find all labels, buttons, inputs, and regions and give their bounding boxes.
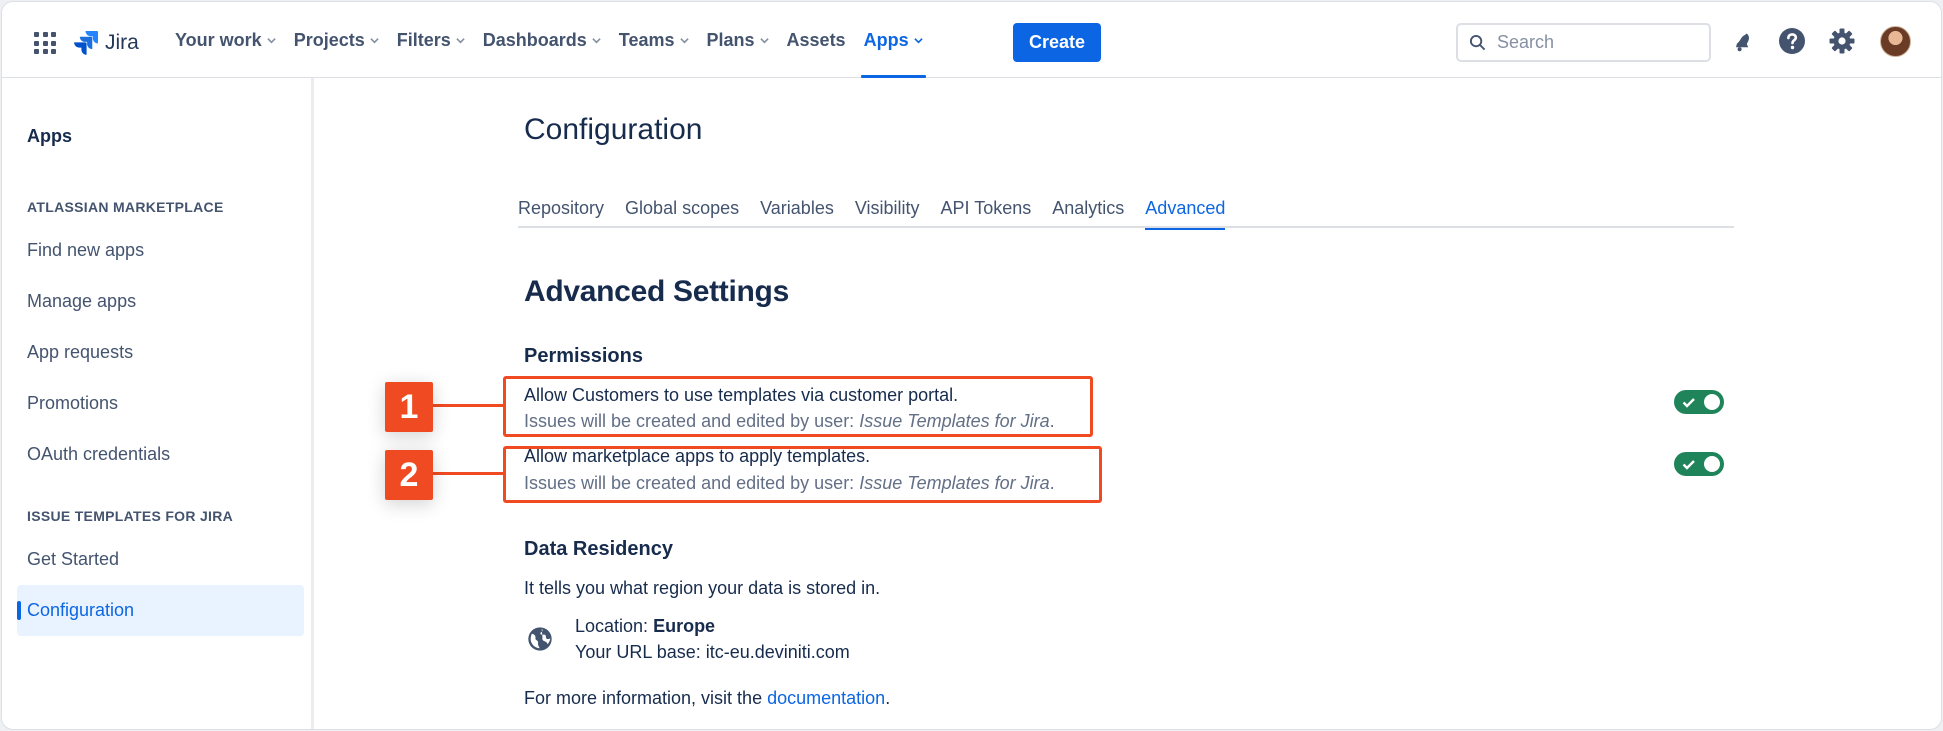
sidebar-item-configuration[interactable]: Configuration — [17, 585, 304, 636]
chevron-down-icon — [456, 37, 465, 43]
nav-label: Plans — [706, 29, 755, 50]
chevron-down-icon — [759, 37, 769, 43]
search-icon — [1469, 34, 1486, 51]
notifications-icon[interactable] — [1727, 26, 1757, 56]
marketplace-apps-toggle[interactable] — [1674, 452, 1724, 476]
nav-dashboards[interactable]: Dashboards — [474, 2, 610, 78]
customer-portal-toggle[interactable] — [1674, 390, 1724, 414]
create-button[interactable]: Create — [1013, 23, 1101, 62]
sidebar-item-app-requests[interactable]: App requests — [17, 327, 304, 378]
nav-filters[interactable]: Filters — [388, 2, 474, 78]
nav-projects[interactable]: Projects — [285, 2, 388, 78]
tab-variables[interactable]: Variables — [760, 190, 834, 228]
config-tabs: Repository Global scopes Variables Visib… — [518, 190, 1734, 230]
sidebar-section-issue-templates: ISSUE TEMPLATES FOR JIRA — [27, 508, 234, 524]
url-base-line: Your URL base: itc-eu.deviniti.com — [575, 642, 850, 663]
callout-box-2 — [503, 446, 1102, 503]
location-label: Location: — [575, 616, 654, 636]
callout-connector-1 — [432, 404, 505, 407]
avatar[interactable] — [1880, 26, 1911, 57]
chevron-down-icon — [679, 37, 689, 43]
callout-connector-2 — [432, 472, 505, 475]
permissions-heading: Permissions — [524, 345, 643, 367]
page-title: Configuration — [524, 113, 703, 146]
sidebar-item-oauth-credentials[interactable]: OAuth credentials — [17, 429, 304, 480]
globe-icon — [528, 627, 552, 651]
toggle-knob — [1704, 394, 1720, 410]
documentation-link[interactable]: documentation — [767, 688, 885, 708]
sidebar-section-marketplace: ATLASSIAN MARKETPLACE — [27, 199, 224, 215]
check-icon — [1682, 460, 1695, 470]
location-line: Location: Europe — [575, 616, 715, 637]
nav-label: Apps — [863, 29, 909, 50]
tab-analytics[interactable]: Analytics — [1052, 190, 1124, 228]
sidebar: Apps ATLASSIAN MARKETPLACE Find new apps… — [2, 78, 314, 729]
nav-label: Your work — [175, 29, 262, 50]
tab-repository[interactable]: Repository — [518, 190, 604, 228]
nav-plans[interactable]: Plans — [698, 2, 778, 78]
app-window: Jira Your work Projects Filters Dashboar… — [1, 1, 1942, 730]
help-icon[interactable] — [1777, 26, 1807, 56]
settings-icon[interactable] — [1827, 26, 1857, 56]
search-box[interactable] — [1456, 23, 1711, 62]
sidebar-title: Apps — [27, 126, 72, 146]
tab-api-tokens[interactable]: API Tokens — [941, 190, 1032, 228]
callout-number-2: 2 — [385, 450, 433, 500]
nav-label: Projects — [293, 29, 365, 50]
url-value: itc-eu.deviniti.com — [705, 642, 850, 662]
nav-your-work[interactable]: Your work — [166, 2, 285, 78]
app-switcher-icon[interactable] — [34, 32, 56, 54]
nav-label: Teams — [618, 29, 675, 50]
chevron-down-icon — [267, 37, 276, 43]
chevron-down-icon — [913, 37, 923, 43]
check-icon — [1682, 398, 1695, 408]
callout-box-1 — [503, 376, 1093, 437]
sidebar-item-find-new-apps[interactable]: Find new apps — [17, 225, 304, 276]
jira-logo[interactable]: Jira — [73, 28, 139, 58]
tab-advanced[interactable]: Advanced — [1145, 190, 1226, 230]
url-label: Your URL base: — [575, 642, 706, 662]
nav-label: Dashboards — [482, 29, 587, 50]
nav-apps[interactable]: Apps — [855, 2, 932, 78]
sidebar-item-manage-apps[interactable]: Manage apps — [17, 276, 304, 327]
more-info-suffix: . — [885, 688, 891, 708]
nav-assets[interactable]: Assets — [778, 2, 855, 78]
nav-label: Filters — [396, 29, 451, 50]
advanced-settings-heading: Advanced Settings — [524, 275, 789, 308]
chevron-down-icon — [370, 37, 379, 43]
tab-global-scopes[interactable]: Global scopes — [625, 190, 739, 228]
jira-icon — [74, 31, 98, 55]
top-navigation: Jira Your work Projects Filters Dashboar… — [2, 2, 1941, 78]
nav-label: Assets — [786, 29, 846, 50]
tab-visibility[interactable]: Visibility — [855, 190, 920, 228]
sidebar-item-get-started[interactable]: Get Started — [17, 534, 304, 585]
primary-nav: Your work Projects Filters Dashboards Te… — [166, 2, 932, 78]
nav-teams[interactable]: Teams — [610, 2, 698, 78]
product-name: Jira — [105, 31, 139, 54]
location-value: Europe — [653, 616, 716, 636]
data-residency-description: It tells you what region your data is st… — [524, 578, 881, 598]
toggle-knob — [1704, 456, 1720, 472]
callout-number-1: 1 — [385, 382, 433, 432]
chevron-down-icon — [592, 37, 601, 43]
sidebar-item-promotions[interactable]: Promotions — [17, 378, 304, 429]
data-residency-heading: Data Residency — [524, 538, 673, 560]
more-info-line: For more information, visit the document… — [524, 688, 890, 709]
more-info-prefix: For more information, visit the — [524, 688, 768, 708]
search-input[interactable] — [1497, 32, 1697, 53]
